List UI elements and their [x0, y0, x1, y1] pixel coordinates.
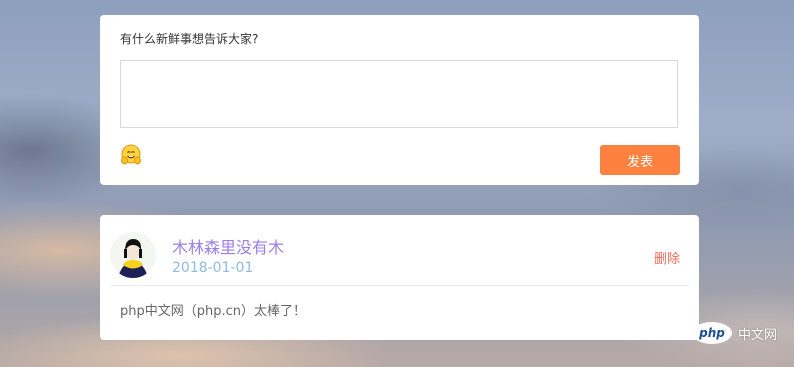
delete-button[interactable]: 删除	[654, 248, 680, 267]
php-logo: php	[692, 322, 732, 344]
publish-button[interactable]: 发表	[600, 145, 680, 175]
watermark-text: 中文网	[738, 327, 778, 343]
divider	[110, 285, 689, 286]
composer-prompt: 有什么新鲜事想告诉大家?	[120, 32, 259, 46]
hugging-face-emoji-icon[interactable]	[119, 143, 143, 167]
username-link[interactable]: 木林森里没有木	[172, 234, 284, 258]
post-content: php中文网（php.cn）太棒了！	[120, 304, 307, 319]
avatar[interactable]	[110, 232, 156, 278]
feed-item: 木林森里没有木 2018-01-01 删除 php中文网（php.cn）太棒了！	[100, 215, 699, 340]
site-watermark: php 中文网	[692, 322, 777, 344]
post-date: 2018-01-01	[172, 260, 254, 276]
composer-card: 有什么新鲜事想告诉大家? 发表	[100, 15, 699, 185]
post-textarea[interactable]	[120, 60, 678, 128]
